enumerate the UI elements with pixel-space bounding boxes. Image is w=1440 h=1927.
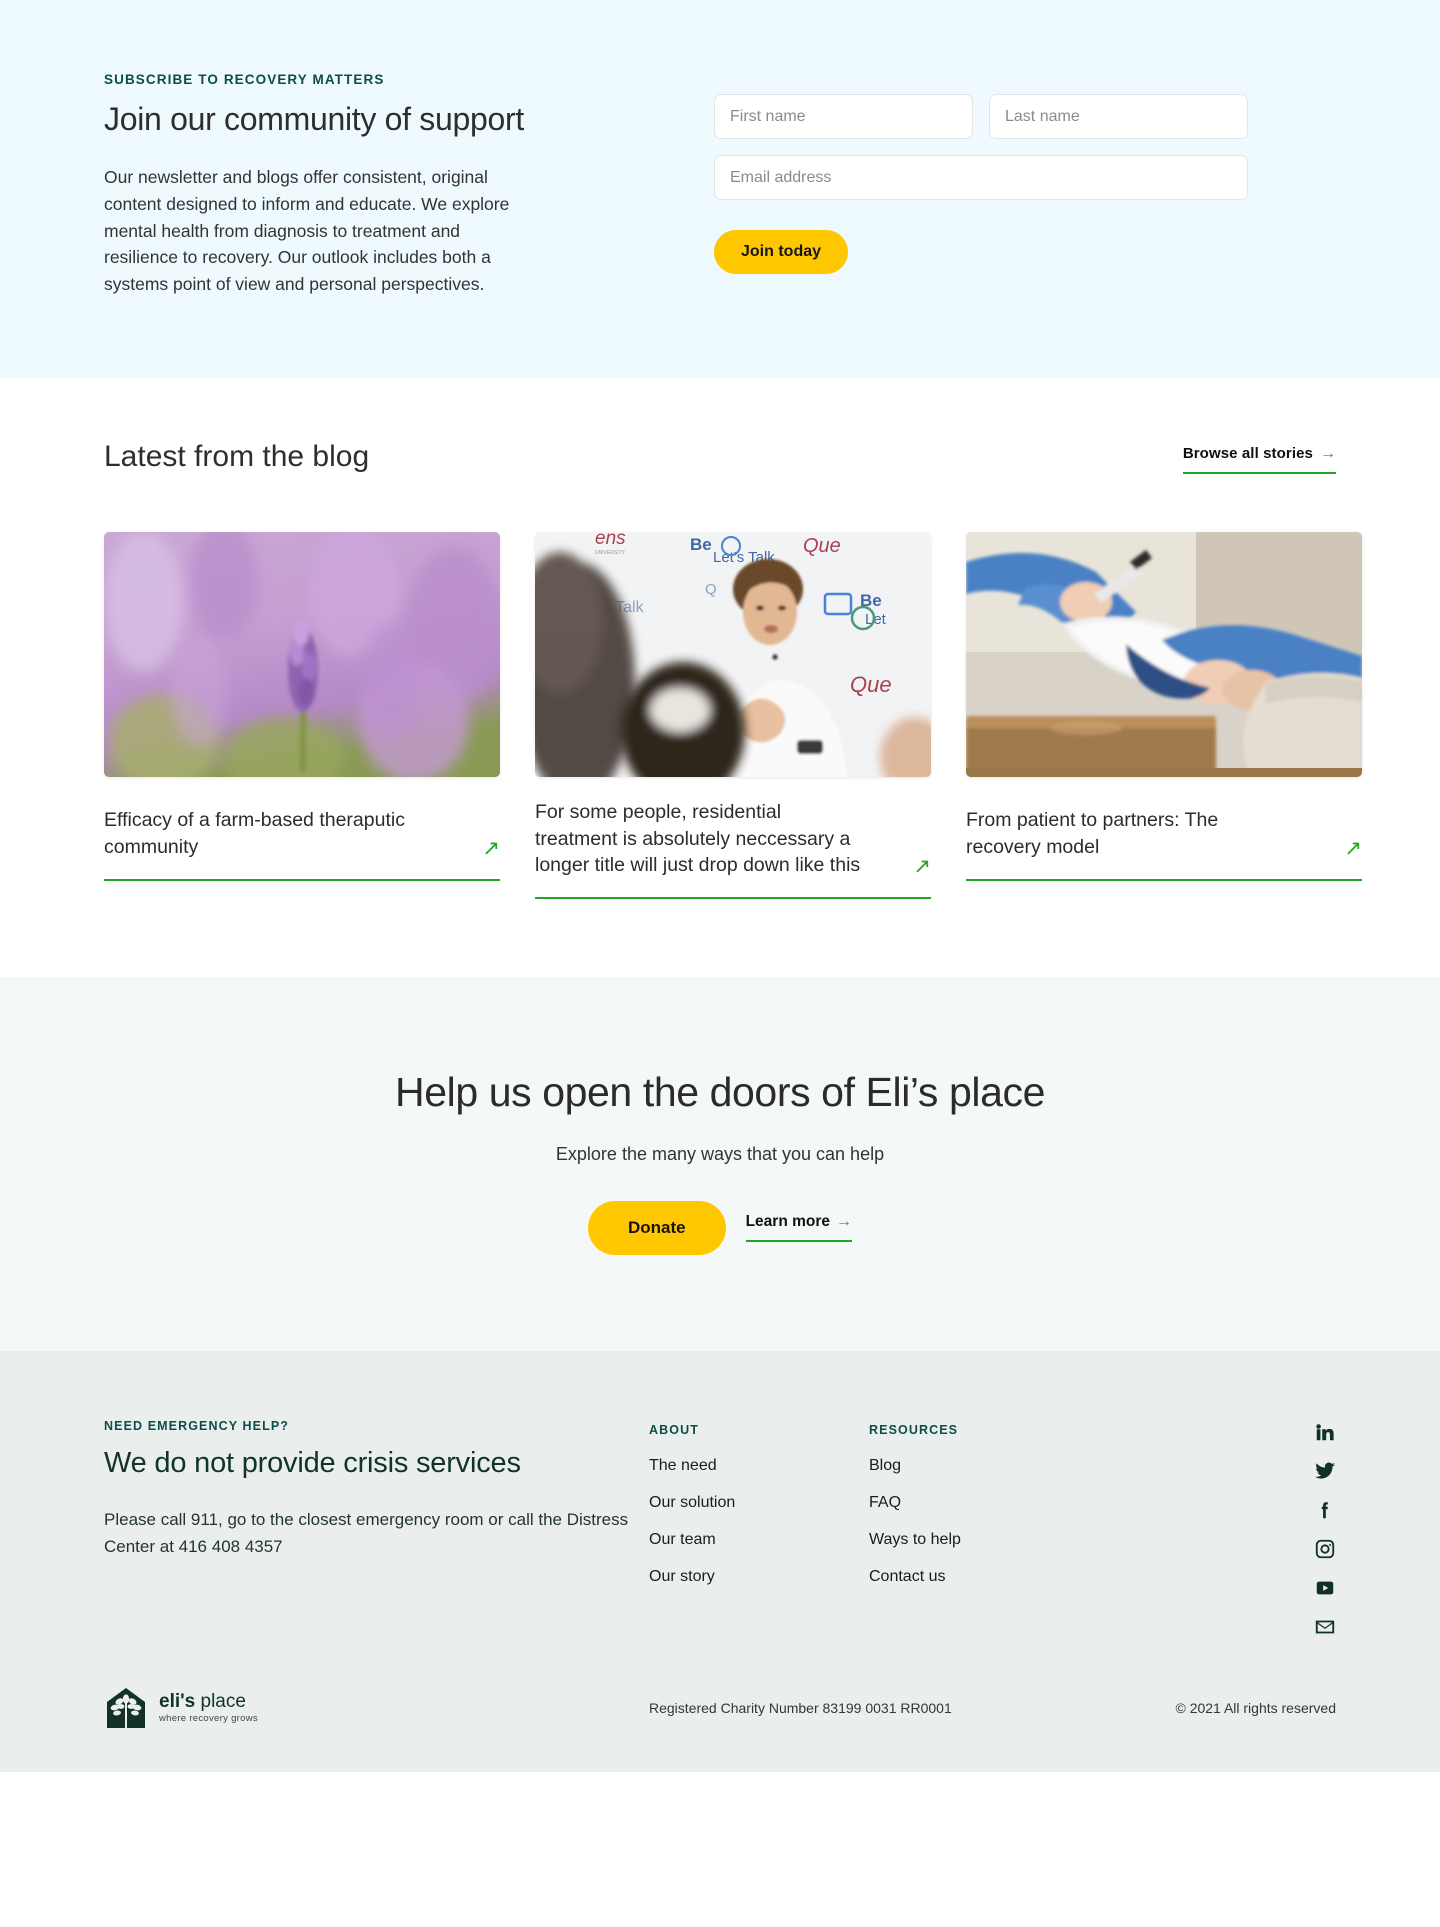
svg-text:Be: Be	[690, 535, 712, 554]
blog-card-title: Efficacy of a farm-based theraputic comm…	[104, 809, 405, 859]
footer-logo[interactable]: eli's place where recovery grows	[104, 1686, 649, 1730]
footer-link-our-story[interactable]: Our story	[649, 1568, 869, 1586]
linkedin-icon[interactable]	[1314, 1421, 1336, 1443]
blog-card-image-lavender	[104, 531, 500, 777]
page-root: SUBSCRIBE TO RECOVERY MATTERS Join our c…	[0, 0, 1440, 1772]
email-icon[interactable]	[1314, 1616, 1336, 1638]
cta-subtitle: Explore the many ways that you can help	[555, 1143, 885, 1164]
blog-card-title: For some people, residential treatment i…	[535, 800, 861, 877]
newsletter-section: SUBSCRIBE TO RECOVERY MATTERS Join our c…	[0, 0, 1440, 378]
donate-button[interactable]: Donate	[587, 1200, 726, 1255]
svg-text:Q: Q	[705, 581, 717, 598]
join-today-button[interactable]: Join today	[714, 230, 849, 274]
blog-card[interactable]: Efficacy of a farm-based theraputic comm…	[104, 531, 500, 881]
blog-card-list: Efficacy of a farm-based theraputic comm…	[104, 531, 1362, 899]
arrow-up-right-icon: ↗	[482, 836, 500, 860]
footer-link-the-need[interactable]: The need	[649, 1457, 869, 1475]
site-footer: NEED EMERGENCY HELP? We do not provide c…	[0, 1350, 1440, 1772]
newsletter-body: Our newsletter and blogs offer consisten…	[104, 167, 510, 295]
footer-link-faq[interactable]: FAQ	[869, 1494, 1089, 1512]
logo-tagline: where recovery grows	[159, 1712, 258, 1724]
cta-section: Help us open the doors of Eli’s place Ex…	[0, 976, 1440, 1351]
logo-word-place: place	[195, 1690, 246, 1712]
footer-link-our-team[interactable]: Our team	[649, 1531, 869, 1549]
charity-number: Registered Charity Number 83199 0031 RR0…	[649, 1699, 952, 1716]
footer-column-about: ABOUT The need Our solution Our team Our…	[649, 1419, 869, 1638]
footer-link-blog[interactable]: Blog	[869, 1457, 1089, 1475]
newsletter-copy: SUBSCRIBE TO RECOVERY MATTERS Join our c…	[104, 62, 664, 298]
svg-text:Let: Let	[865, 611, 887, 628]
emergency-eyebrow: NEED EMERGENCY HELP?	[104, 1418, 289, 1433]
blog-section: Latest from the blog Browse all stories →	[0, 377, 1440, 977]
svg-text:ens: ens	[595, 532, 626, 549]
instagram-icon[interactable]	[1314, 1538, 1336, 1560]
cta-title: Help us open the doors of Eli’s place	[395, 1068, 1045, 1115]
browse-all-stories-link[interactable]: Browse all stories →	[1182, 444, 1336, 474]
copyright: © 2021 All rights reserved	[1175, 1699, 1336, 1716]
blog-card-image-speaker: Be Let's Talk Que ens UNIVERSITY Be Let	[535, 531, 931, 777]
footer-column-heading: RESOURCES	[869, 1422, 959, 1437]
arrow-up-right-icon: ↗	[1344, 836, 1362, 860]
svg-text:Que: Que	[803, 535, 841, 557]
logo-word-elis: eli's	[159, 1690, 196, 1712]
newsletter-eyebrow: SUBSCRIBE TO RECOVERY MATTERS	[104, 72, 385, 87]
blog-heading: Latest from the blog	[104, 439, 370, 473]
newsletter-form: Join today	[664, 62, 1336, 298]
footer-column-heading: ABOUT	[649, 1422, 699, 1437]
footer-link-contact-us[interactable]: Contact us	[869, 1568, 1089, 1586]
svg-text:UNIVERSITY: UNIVERSITY	[595, 550, 626, 556]
blog-card[interactable]: Be Let's Talk Que ens UNIVERSITY Be Let	[535, 531, 931, 899]
blog-card[interactable]: From patient to partners: The recovery m…	[966, 531, 1362, 881]
elis-place-logo-icon	[104, 1686, 148, 1730]
emergency-title: We do not provide crisis services	[104, 1446, 521, 1479]
learn-more-label: Learn more	[745, 1213, 831, 1231]
footer-column-resources: RESOURCES Blog FAQ Ways to help Contact …	[869, 1419, 1089, 1638]
email-input[interactable]	[714, 155, 1248, 200]
svg-text:Que: Que	[850, 672, 892, 697]
arrow-up-right-icon: ↗	[913, 854, 931, 878]
learn-more-link[interactable]: Learn more →	[745, 1213, 853, 1243]
newsletter-title: Join our community of support	[104, 101, 524, 137]
footer-link-our-solution[interactable]: Our solution	[649, 1494, 869, 1512]
facebook-icon[interactable]	[1314, 1499, 1336, 1521]
emergency-notice: NEED EMERGENCY HELP? We do not provide c…	[104, 1419, 649, 1638]
first-name-input[interactable]	[714, 94, 973, 139]
browse-all-stories-label: Browse all stories	[1182, 444, 1313, 462]
blog-card-title: From patient to partners: The recovery m…	[966, 809, 1219, 859]
footer-link-ways-to-help[interactable]: Ways to help	[869, 1531, 1089, 1549]
blog-card-image-therapy	[966, 531, 1362, 777]
emergency-body: Please call 911, go to the closest emerg…	[104, 1509, 629, 1557]
arrow-right-icon: →	[836, 1213, 853, 1231]
arrow-right-icon: →	[1320, 444, 1336, 462]
social-links	[1314, 1419, 1336, 1638]
youtube-icon[interactable]	[1314, 1577, 1336, 1599]
last-name-input[interactable]	[989, 94, 1248, 139]
twitter-icon[interactable]	[1314, 1460, 1336, 1482]
